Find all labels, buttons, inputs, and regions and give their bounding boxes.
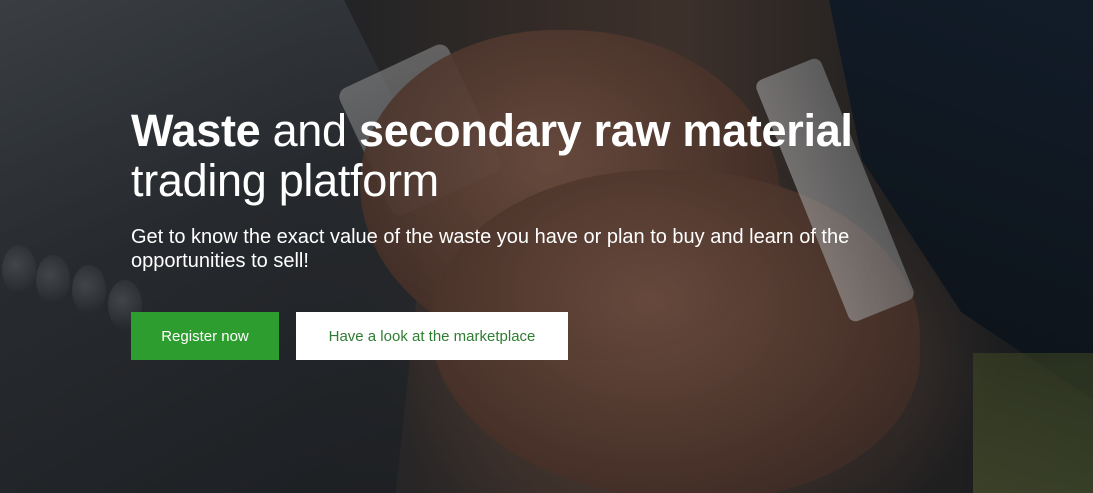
hero-headline: Waste and secondary raw material trading …	[131, 106, 891, 206]
headline-word-waste: Waste	[131, 105, 261, 156]
hero-content: Waste and secondary raw material trading …	[131, 106, 891, 360]
hero-section: Waste and secondary raw material trading …	[0, 0, 1093, 493]
headline-word-and: and	[260, 105, 359, 156]
hero-actions: Register now Have a look at the marketpl…	[131, 312, 891, 360]
headline-secondary-raw-material: secondary raw material	[358, 105, 853, 156]
register-now-button[interactable]: Register now	[131, 312, 279, 360]
hero-subtitle: Get to know the exact value of the waste…	[131, 226, 850, 272]
headline-trading-platform: trading platform	[131, 155, 439, 206]
marketplace-button[interactable]: Have a look at the marketplace	[296, 312, 568, 360]
